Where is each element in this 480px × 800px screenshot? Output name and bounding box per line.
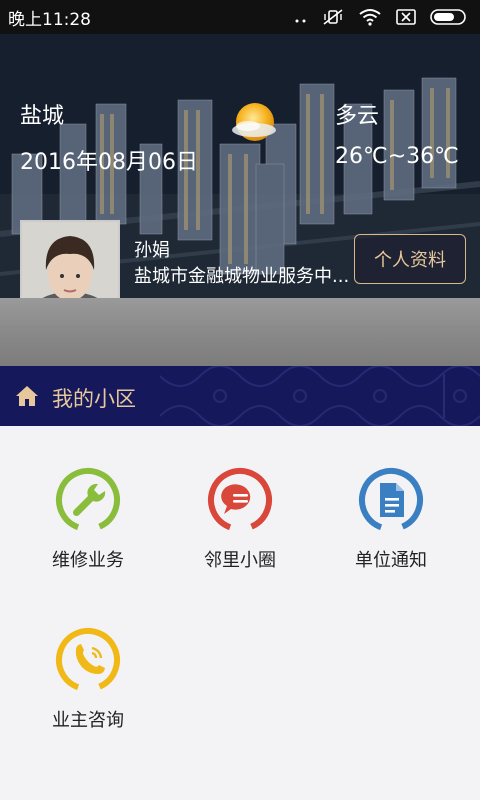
banner-divider (0, 298, 480, 366)
feature-grid: 维修业务 邻里小圈 单位通知 业主咨询 (0, 426, 480, 800)
city-name: 盐城 (20, 104, 65, 129)
divider-line (0, 326, 480, 328)
wrench-icon (56, 468, 120, 532)
tile-label: 邻里小圈 (204, 550, 276, 571)
user-profile-row: 孙娟 盐城市金融城物业服务中... 个人资料 (0, 220, 480, 298)
vibrate-mute-icon (322, 8, 344, 26)
wifi-icon (358, 8, 382, 26)
tile-label: 维修业务 (52, 550, 124, 571)
tile-notice[interactable]: 单位通知 (311, 426, 471, 586)
user-company: 盐城市金融城物业服务中... (134, 266, 350, 287)
signal-icon (294, 10, 308, 24)
no-sim-icon (396, 9, 416, 25)
home-icon (14, 384, 40, 412)
weather-condition: 多云 (335, 104, 380, 129)
tile-neighbors[interactable]: 邻里小圈 (160, 426, 320, 586)
section-title: 我的小区 (52, 387, 136, 411)
weather-header: 盐城 多云 2016年08月06日 26℃~36℃ 孙娟 盐城市金融城物业服务中… (0, 34, 480, 298)
battery-icon (430, 8, 468, 26)
chat-bubble-icon (207, 468, 272, 532)
cloudy-weather-icon (228, 100, 282, 154)
user-name: 孙娟 (134, 240, 170, 261)
profile-button[interactable]: 个人资料 (354, 234, 466, 284)
phone-icon (56, 628, 120, 692)
date-label: 2016年08月06日 (20, 150, 198, 175)
tile-label: 业主咨询 (52, 710, 124, 731)
status-bar: 晚上11:28 (0, 0, 480, 34)
status-time: 晚上11:28 (8, 9, 91, 30)
section-header: 我的小区 (0, 366, 480, 426)
tile-repair[interactable]: 维修业务 (8, 426, 168, 586)
document-icon (359, 468, 423, 532)
avatar[interactable] (20, 220, 120, 298)
tile-label: 单位通知 (355, 550, 427, 571)
temperature-range: 26℃~36℃ (335, 144, 459, 169)
tile-consult[interactable]: 业主咨询 (8, 586, 168, 746)
